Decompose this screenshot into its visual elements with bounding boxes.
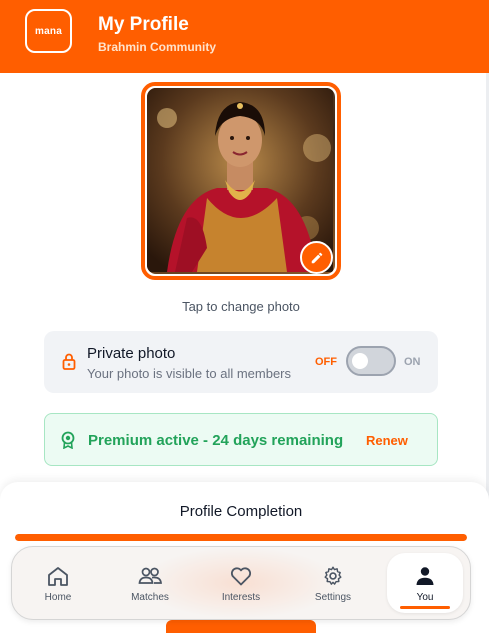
profile-completion-progress	[15, 534, 467, 541]
nav-settings[interactable]: Settings	[293, 547, 373, 619]
renew-button[interactable]: Renew	[366, 433, 408, 448]
nav-settings-label: Settings	[314, 592, 352, 603]
nav-matches[interactable]: Matches	[110, 547, 190, 619]
nav-home[interactable]: Home	[18, 547, 98, 619]
gear-icon	[324, 566, 342, 585]
heart-icon	[230, 567, 252, 586]
people-icon	[138, 567, 162, 584]
bottom-nav: Home Matches Interests Settings You	[11, 546, 471, 620]
private-photo-title: Private photo	[87, 345, 176, 362]
nav-you-label: You	[416, 592, 434, 603]
profile-completion-title: Profile Completion	[179, 503, 303, 520]
private-photo-description: Your photo is visible to all members	[87, 366, 292, 381]
nav-interests[interactable]: Interests	[201, 547, 281, 619]
edit-photo-button[interactable]	[300, 241, 333, 274]
private-photo-toggle[interactable]	[346, 346, 396, 376]
award-icon	[61, 431, 75, 449]
toggle-off-label: OFF	[315, 356, 337, 368]
page-title: My Profile	[98, 14, 189, 35]
nav-matches-label: Matches	[131, 592, 169, 603]
premium-status-card: Premium active - 24 days remaining Renew	[44, 413, 438, 466]
active-tab-indicator	[400, 606, 450, 609]
toggle-knob	[352, 353, 368, 369]
toggle-on-label: ON	[404, 356, 421, 368]
pencil-icon	[311, 252, 322, 263]
person-icon	[416, 567, 434, 585]
app-logo: mana	[25, 9, 72, 53]
hidden-action-button[interactable]	[166, 620, 316, 633]
nav-you[interactable]: You	[387, 553, 463, 613]
home-icon	[48, 567, 68, 586]
nav-interests-label: Interests	[221, 592, 261, 603]
lock-icon	[62, 353, 76, 370]
progress-fill	[15, 534, 467, 541]
private-photo-card: Private photo Your photo is visible to a…	[44, 331, 438, 393]
nav-home-label: Home	[44, 592, 72, 603]
premium-status-text: Premium active - 24 days remaining	[88, 432, 344, 449]
community-subtitle: Brahmin Community	[98, 40, 217, 54]
change-photo-hint: Tap to change photo	[182, 299, 300, 314]
app-header: mana My Profile Brahmin Community	[0, 0, 489, 73]
